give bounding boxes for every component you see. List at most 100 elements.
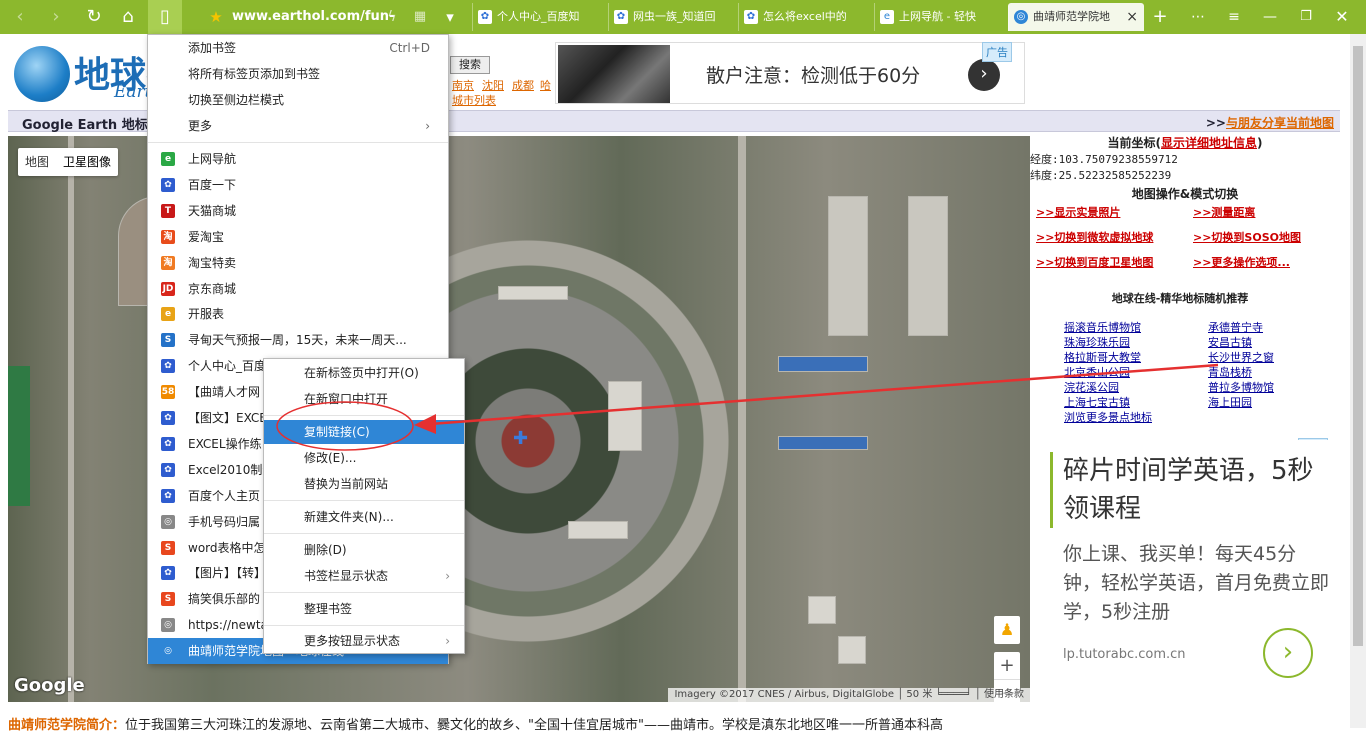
op-link[interactable]: >>更多操作选项... <box>1193 254 1290 270</box>
side-ad[interactable]: 碎片时间学英语，5秒领课程 你上课、我买单！每天45分钟，轻松学英语，首月免费立… <box>1047 440 1339 680</box>
map-marker-icon[interactable]: ✚ <box>513 428 528 449</box>
rec-link[interactable]: 格拉斯哥大教堂 <box>1064 349 1141 365</box>
op-link[interactable]: >>切换到微软虚拟地球 <box>1036 229 1153 245</box>
e-icon: e <box>161 152 175 166</box>
rec-link[interactable]: 浣花溪公园 <box>1064 379 1119 395</box>
browser-toolbar: ‹ › ↻ ⌂ ▯ ★ www.earthol.com/fun- ϟ ▦ ▾ ✿… <box>0 0 1366 34</box>
rec-link[interactable]: 珠海珍珠乐园 <box>1064 334 1130 350</box>
rec-link[interactable]: 摇滚音乐博物馆 <box>1064 319 1141 335</box>
ad-go-arrow-icon[interactable]: › <box>1263 628 1313 678</box>
organize-bookmarks-item[interactable]: 整理书签 <box>264 597 464 621</box>
map-road <box>738 136 746 702</box>
bookmark-label: 天猫商城 <box>188 203 237 218</box>
more-button-display-item[interactable]: 更多按钮显示状态 › <box>264 629 464 653</box>
minimize-icon[interactable]: — <box>1258 5 1282 29</box>
refresh-icon[interactable]: ↻ <box>82 5 106 29</box>
rec-link[interactable]: 青岛栈桥 <box>1208 364 1252 380</box>
sogou-icon: S <box>161 592 175 607</box>
tab-2[interactable]: ✿ 网虫一族_知道回 <box>608 3 738 31</box>
restore-icon[interactable]: ❐ <box>1294 5 1318 29</box>
replace-with-current-item[interactable]: 替换为当前网站 <box>264 472 464 496</box>
add-bookmark-item[interactable]: 添加书签 Ctrl+D <box>148 35 448 61</box>
op-link[interactable]: >>显示实景照片 <box>1036 204 1120 220</box>
search-button[interactable]: 搜索 <box>450 56 490 74</box>
bookmark-label: https://newta <box>188 618 268 633</box>
logo-globe-icon[interactable] <box>14 46 70 102</box>
rec-link-more[interactable]: 浏览更多景点地标 <box>1064 409 1152 425</box>
bookmark-label: 手机号码归属 <box>188 514 261 529</box>
map-building <box>908 196 948 336</box>
share-map-link[interactable]: 与朋友分享当前地图 <box>1226 116 1334 130</box>
address-detail-link[interactable]: 显示详细地址信息 <box>1161 136 1257 150</box>
bookmark-item[interactable]: T 天猫商城 <box>148 198 448 224</box>
bookmark-item[interactable]: S 寻甸天气预报一周，15天，未来一周天... <box>148 327 448 353</box>
scrollbar-thumb[interactable] <box>1353 46 1363 646</box>
bookmark-bar-display-item[interactable]: 书签栏显示状态 › <box>264 564 464 588</box>
bookmark-label: 百度个人主页 <box>188 488 261 503</box>
intro-text: 位于我国第三大河珠江的发源地、云南省第二大城市、爨文化的故乡、"全国十佳宜居城市… <box>125 718 943 733</box>
tab-5-active[interactable]: ◎ 曲靖师范学院地 × <box>1008 3 1144 31</box>
globe-icon: ◎ <box>161 644 175 659</box>
sogou-icon: S <box>161 333 175 348</box>
new-folder-item[interactable]: 新建文件夹(N)... <box>264 505 464 529</box>
more-item[interactable]: 更多 › <box>148 113 448 139</box>
rec-link[interactable]: 承德普宁寺 <box>1208 319 1263 335</box>
city-link[interactable]: 南京 <box>452 77 474 93</box>
menu-divider <box>148 142 448 143</box>
rec-link[interactable]: 海上田园 <box>1208 394 1252 410</box>
forward-icon[interactable]: › <box>44 5 68 29</box>
open-in-new-tab-item[interactable]: 在新标签页中打开(O) <box>264 361 464 385</box>
rec-link[interactable]: 安昌古镇 <box>1208 334 1252 350</box>
bookmarks-book-icon[interactable]: ▯ <box>148 0 182 34</box>
city-link[interactable]: 哈 <box>540 77 551 93</box>
ad-arrow-icon[interactable]: › <box>968 59 1000 91</box>
bookmark-label: 【图片】【转】 <box>188 566 267 581</box>
edit-item[interactable]: 修改(E)... <box>264 446 464 470</box>
tab-1[interactable]: ✿ 个人中心_百度知 <box>472 3 608 31</box>
op-link[interactable]: >>切换到SOSO地图 <box>1193 229 1301 245</box>
qr-icon[interactable]: ▦ <box>408 5 432 29</box>
more-icon[interactable]: ⋯ <box>1186 5 1210 29</box>
close-window-icon[interactable]: ✕ <box>1330 5 1354 29</box>
lightning-icon[interactable]: ϟ <box>380 5 404 29</box>
pegman-icon[interactable]: ♟ <box>994 616 1020 644</box>
bookmark-item[interactable]: e 开服表 <box>148 301 448 327</box>
rec-link[interactable]: 普拉多博物馆 <box>1208 379 1274 395</box>
menu-icon[interactable]: ≡ <box>1222 5 1246 29</box>
city-list-link[interactable]: 城市列表 <box>452 92 496 108</box>
bookmark-item[interactable]: 淘淘宝特卖 <box>148 250 448 276</box>
back-icon[interactable]: ‹ <box>8 5 32 29</box>
baidu-paw-icon: ✿ <box>161 436 175 451</box>
op-link[interactable]: >>测量距离 <box>1193 204 1255 220</box>
dropdown-icon[interactable]: ▾ <box>438 5 462 29</box>
bookmark-label: 开服表 <box>188 307 225 322</box>
rec-link[interactable]: 长沙世界之窗 <box>1208 349 1274 365</box>
home-icon[interactable]: ⌂ <box>116 5 140 29</box>
tab-close-icon[interactable]: × <box>1126 3 1138 31</box>
rec-link[interactable]: 上海七宝古镇 <box>1064 394 1130 410</box>
tab-4[interactable]: e 上网导航 - 轻快 <box>874 3 1006 31</box>
delete-item[interactable]: 删除(D) <box>264 538 464 562</box>
open-in-new-window-item[interactable]: 在新窗口中打开 <box>264 387 464 411</box>
copy-link-item[interactable]: 复制链接(C) <box>264 420 464 444</box>
page-scrollbar[interactable] <box>1350 34 1366 728</box>
bookmark-item[interactable]: ✿ 百度一下 <box>148 172 448 198</box>
top-ad-banner[interactable]: 散户注意：检测低于60分 › <box>555 42 1025 104</box>
zoom-in-button[interactable]: + <box>994 652 1020 680</box>
coord-title: 当前坐标(显示详细地址信息) <box>1107 136 1263 150</box>
tab-3[interactable]: ✿ 怎么将excel中的 <box>738 3 874 31</box>
map-type-map[interactable]: 地图 <box>18 148 56 176</box>
add-all-tabs-item[interactable]: 将所有标签页添加到书签 <box>148 61 448 87</box>
city-link[interactable]: 沈阳 <box>482 77 504 93</box>
bookmark-item[interactable]: 淘爱淘宝 <box>148 224 448 250</box>
op-link[interactable]: >>切换到百度卫星地图 <box>1036 254 1153 270</box>
rec-link[interactable]: 北京香山公园 <box>1064 364 1130 380</box>
sidebar-mode-item[interactable]: 切换至侧边栏模式 <box>148 87 448 113</box>
new-tab-icon[interactable]: + <box>1148 5 1172 29</box>
bookmark-item[interactable]: JD 京东商城 <box>148 276 448 302</box>
star-icon[interactable]: ★ <box>204 5 228 29</box>
bookmark-item[interactable]: e 上网导航 <box>148 146 448 172</box>
city-link[interactable]: 成都 <box>512 77 534 93</box>
map-building <box>778 436 868 450</box>
map-type-satellite[interactable]: 卫星图像 <box>56 148 118 176</box>
